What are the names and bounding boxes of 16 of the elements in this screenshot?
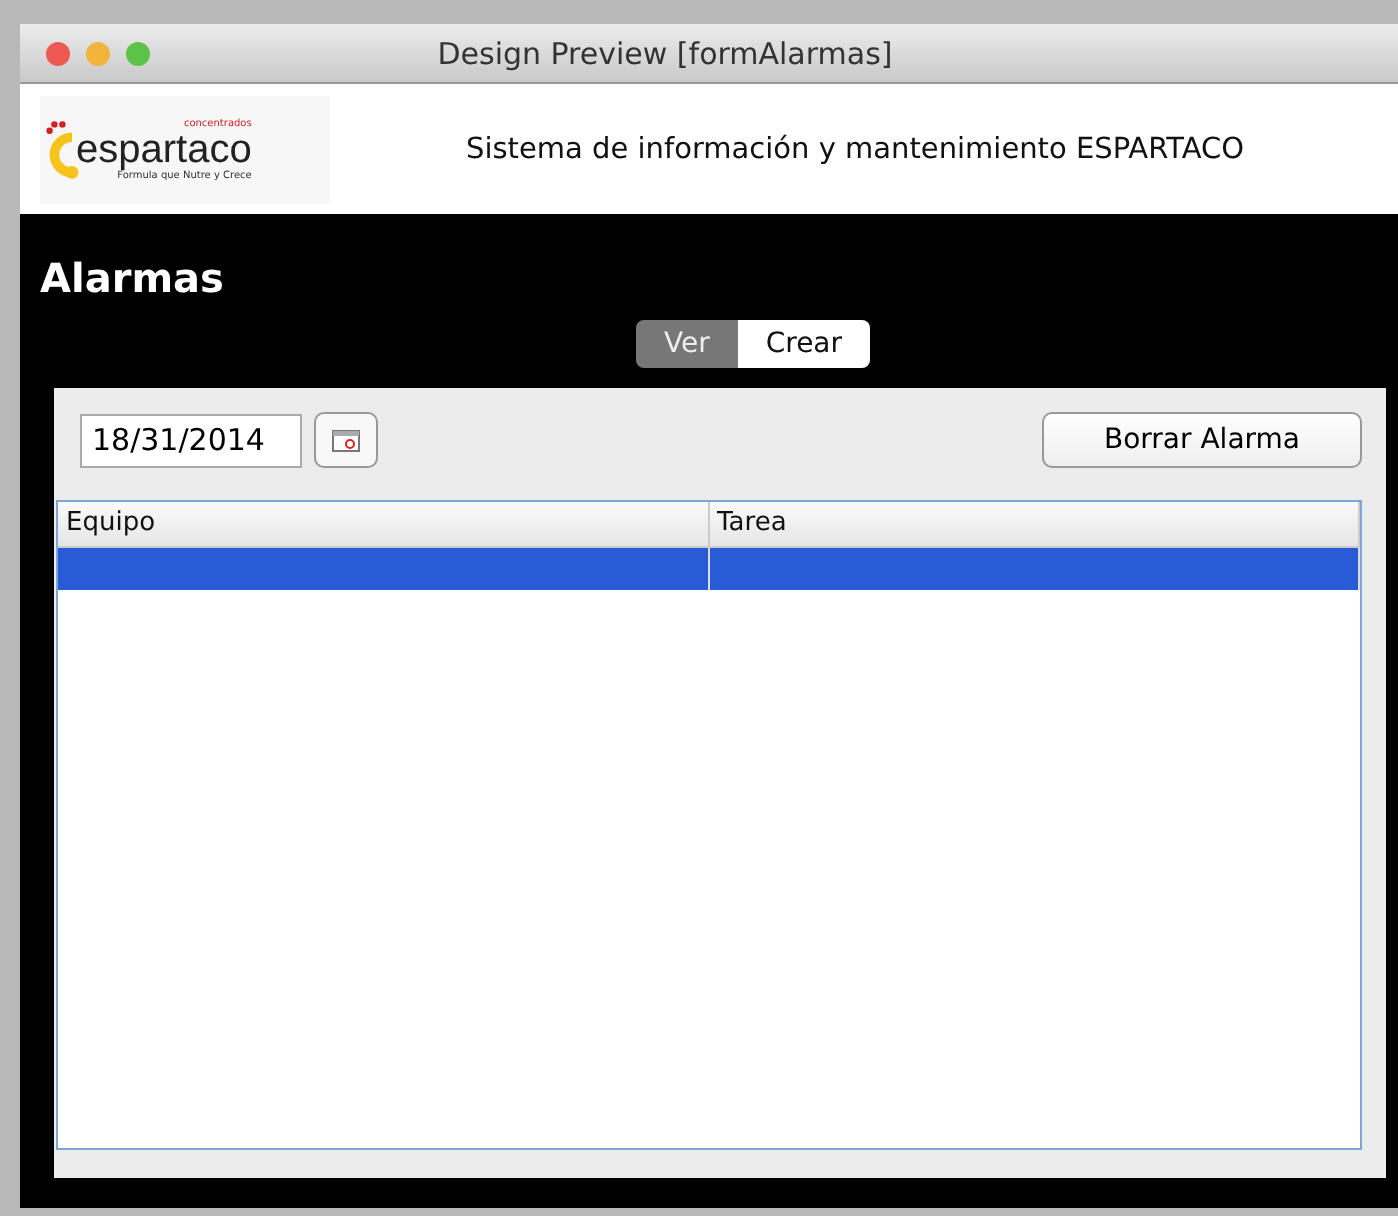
calendar-icon [332,429,360,451]
column-header[interactable]: Equipo [58,502,709,546]
logo-wordmark: espartaco [76,129,252,169]
calendar-button[interactable] [314,412,378,468]
date-field[interactable]: 18/31/2014 [80,413,302,467]
view-toggle-segment[interactable]: Crear [737,320,871,368]
system-title: Sistema de información y mantenimiento ESPARTACO [466,133,1245,165]
view-toggle-segment[interactable]: Ver [635,320,738,368]
window-title: Design Preview [formAlarmas] [435,35,895,71]
column-header[interactable]: Tarea [709,502,1360,546]
table-row[interactable] [58,548,1360,590]
page-title: Alarmas [40,254,226,302]
minimize-button[interactable] [86,41,110,65]
delete-alarm-button[interactable]: Borrar Alarma [1042,412,1362,468]
zoom-button[interactable] [126,41,150,65]
close-button[interactable] [46,41,70,65]
